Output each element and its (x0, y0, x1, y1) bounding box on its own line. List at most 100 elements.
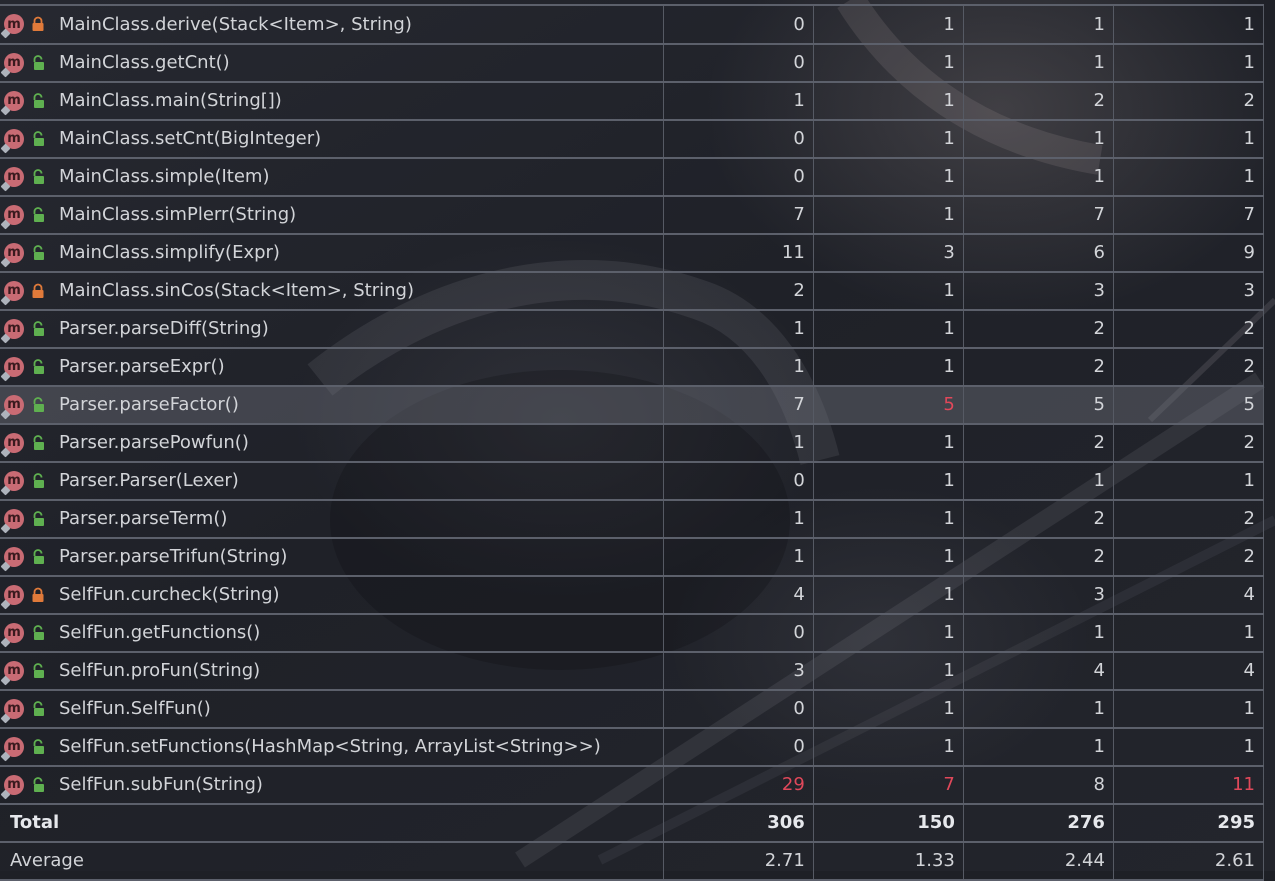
method-name: Parser.parseTerm() (59, 508, 228, 529)
total-value-4: 295 (1113, 803, 1265, 843)
metric-value-1: 3 (663, 651, 814, 691)
metric-value-2: 3 (813, 233, 964, 273)
method-name-cell: m Parser.Parser(Lexer) (0, 461, 664, 501)
method-name: MainClass.main(String[]) (59, 90, 282, 111)
metric-value-2: 1 (813, 157, 964, 197)
average-row[interactable]: Average 2.71 1.33 2.44 2.61 (0, 841, 1265, 881)
table-row[interactable]: m SelfFun.getFunctions() 0 1 1 1 (0, 613, 1265, 653)
method-name-cell: m MainClass.simplify(Expr) (0, 233, 664, 273)
table-row[interactable]: m Parser.Parser(Lexer) 0 1 1 1 (0, 461, 1265, 501)
metric-value-2: 5 (813, 385, 964, 425)
method-icon: m (0, 52, 24, 77)
method-icon: m (0, 736, 24, 761)
table-row[interactable]: m Parser.parseTrifun(String) 1 1 2 2 (0, 537, 1265, 577)
public-unlock-icon (31, 548, 45, 565)
method-icon: m (0, 470, 24, 495)
average-value-4: 2.61 (1113, 841, 1265, 881)
metric-value-3: 2 (963, 81, 1114, 121)
metric-value-2: 1 (813, 651, 964, 691)
table-row[interactable]: m SelfFun.subFun(String) 29 7 8 11 (0, 765, 1265, 805)
average-value-3: 2.44 (963, 841, 1114, 881)
metric-value-2: 1 (813, 537, 964, 577)
table-row[interactable]: m MainClass.simPlerr(String) 7 1 7 7 (0, 195, 1265, 235)
method-name-cell: m SelfFun.proFun(String) (0, 651, 664, 691)
method-name-cell: m Parser.parsePowfun() (0, 423, 664, 463)
method-name: Parser.parseExpr() (59, 356, 225, 377)
metric-value-1: 1 (663, 499, 814, 539)
table-row[interactable]: m MainClass.simple(Item) 0 1 1 1 (0, 157, 1265, 197)
average-value-1: 2.71 (663, 841, 814, 881)
metric-value-1: 0 (663, 157, 814, 197)
table-row[interactable]: m MainClass.simplify(Expr) 11 3 6 9 (0, 233, 1265, 273)
table-row[interactable]: m SelfFun.proFun(String) 3 1 4 4 (0, 651, 1265, 691)
total-value-2: 150 (813, 803, 964, 843)
metric-value-4: 1 (1113, 461, 1265, 501)
metric-value-2: 1 (813, 309, 964, 349)
method-icon: m (0, 14, 24, 39)
method-icon: m (0, 90, 24, 115)
method-name: Parser.parseFactor() (59, 394, 239, 415)
table-row[interactable]: m Parser.parseDiff(String) 1 1 2 2 (0, 309, 1265, 349)
table-row[interactable]: m MainClass.derive(Stack<Item>, String) 0 1… (0, 6, 1265, 45)
metric-value-1: 0 (663, 689, 814, 729)
method-name: Parser.parseTrifun(String) (59, 546, 288, 567)
method-name: MainClass.simple(Item) (59, 166, 270, 187)
method-name-cell: m Parser.parseFactor() (0, 385, 664, 425)
public-unlock-icon (31, 776, 45, 793)
method-name-cell: m SelfFun.getFunctions() (0, 613, 664, 653)
public-unlock-icon (31, 510, 45, 527)
metric-value-2: 1 (813, 43, 964, 83)
total-label: Total (0, 803, 664, 843)
method-icon: m (0, 432, 24, 457)
total-row[interactable]: Total 306 150 276 295 (0, 803, 1265, 843)
metric-value-1: 0 (663, 43, 814, 83)
metric-value-3: 4 (963, 651, 1114, 691)
metric-value-2: 1 (813, 423, 964, 463)
metric-value-4: 1 (1113, 727, 1265, 767)
metric-value-2: 1 (813, 271, 964, 311)
method-name-cell: m SelfFun.curcheck(String) (0, 575, 664, 615)
method-name: MainClass.derive(Stack<Item>, String) (59, 13, 412, 35)
metric-value-4: 2 (1113, 423, 1265, 463)
table-row[interactable]: m SelfFun.setFunctions(HashMap<String, Ar… (0, 727, 1265, 767)
table-row[interactable]: m Parser.parsePowfun() 1 1 2 2 (0, 423, 1265, 463)
method-icon: m (0, 242, 24, 267)
metric-value-3: 5 (963, 385, 1114, 425)
metric-value-4: 1 (1113, 43, 1265, 83)
table-row[interactable]: m MainClass.main(String[]) 1 1 2 2 (0, 81, 1265, 121)
table-row[interactable]: m Parser.parseExpr() 1 1 2 2 (0, 347, 1265, 387)
table-row[interactable]: m MainClass.sinCos(Stack<Item>, String) 2 1… (0, 271, 1265, 311)
metric-value-2: 1 (813, 689, 964, 729)
metric-value-4: 7 (1113, 195, 1265, 235)
metric-value-4: 11 (1113, 765, 1265, 805)
metric-value-3: 7 (963, 195, 1114, 235)
table-row[interactable]: m Parser.parseTerm() 1 1 2 2 (0, 499, 1265, 539)
metric-value-2: 1 (813, 575, 964, 615)
metric-value-4: 1 (1113, 157, 1265, 197)
table-row[interactable]: m Parser.parseFactor() 7 5 5 5 (0, 385, 1265, 425)
metric-value-1: 7 (663, 195, 814, 235)
table-row[interactable]: m SelfFun.SelfFun() 0 1 1 1 (0, 689, 1265, 729)
method-icon: m (0, 128, 24, 153)
metric-value-4: 2 (1113, 81, 1265, 121)
method-icon: m (0, 394, 24, 419)
table-row[interactable]: m MainClass.getCnt() 0 1 1 1 (0, 43, 1265, 83)
metric-value-2: 1 (813, 195, 964, 235)
total-value-1: 306 (663, 803, 814, 843)
method-name-cell: m SelfFun.setFunctions(HashMap<String, Ar… (0, 727, 664, 767)
public-unlock-icon (31, 434, 45, 451)
metric-value-2: 1 (813, 81, 964, 121)
metric-value-3: 2 (963, 347, 1114, 387)
table-row[interactable]: m SelfFun.curcheck(String) 4 1 3 4 (0, 575, 1265, 615)
metric-value-1: 1 (663, 81, 814, 121)
method-name: Parser.parsePowfun() (59, 432, 249, 453)
metric-value-3: 3 (963, 575, 1114, 615)
public-unlock-icon (31, 624, 45, 641)
metric-value-4: 4 (1113, 651, 1265, 691)
metric-value-1: 1 (663, 309, 814, 349)
metric-value-3: 2 (963, 537, 1114, 577)
method-icon: m (0, 166, 24, 191)
metric-value-4: 4 (1113, 575, 1265, 615)
metric-value-4: 5 (1113, 385, 1265, 425)
table-row[interactable]: m MainClass.setCnt(BigInteger) 0 1 1 1 (0, 119, 1265, 159)
